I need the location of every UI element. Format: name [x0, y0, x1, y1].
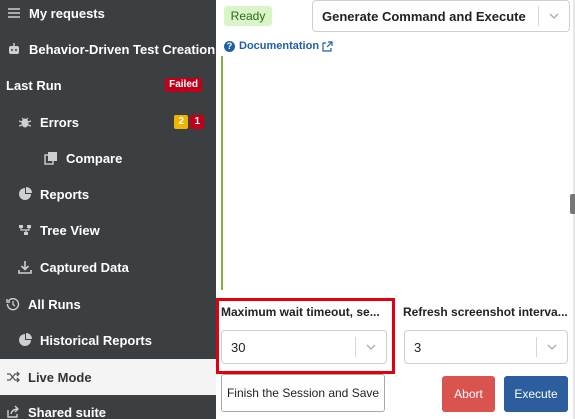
refresh-interval-label: Refresh screenshot interva... — [403, 305, 568, 319]
sidebar-item-label: Compare — [66, 150, 123, 166]
documentation-label: Documentation — [239, 40, 320, 52]
command-editor[interactable] — [221, 56, 569, 290]
sidebar-item-label: Tree View — [40, 222, 100, 238]
external-link-icon — [322, 40, 333, 52]
highlight-box — [216, 298, 395, 374]
chevron-down-icon[interactable] — [539, 1, 569, 31]
pie-chart-icon — [18, 187, 32, 201]
sidebar-item-label: My requests — [29, 5, 105, 21]
sidebar-item-historical-reports[interactable]: Historical Reports — [0, 322, 216, 358]
sidebar-item-my-requests[interactable]: My requests — [0, 0, 216, 31]
sidebar-item-all-runs[interactable]: All Runs — [0, 286, 216, 322]
history-icon — [6, 297, 20, 311]
sidebar-item-behavior-driven-test-creation[interactable]: Behavior-Driven Test Creation — [0, 31, 216, 67]
sidebar-item-label: Last Run — [6, 77, 62, 93]
warning-count-badge: 2 — [174, 115, 188, 129]
bug-icon — [18, 115, 32, 129]
resize-handle[interactable] — [570, 194, 575, 214]
sidebar-item-label: Historical Reports — [40, 332, 152, 348]
command-mode-select[interactable]: Generate Command and Execute — [312, 0, 570, 32]
sidebar-item-label: Captured Data — [40, 259, 129, 275]
share-icon — [6, 405, 20, 419]
error-count-badge: 1 — [190, 115, 204, 129]
abort-button[interactable]: Abort — [442, 376, 495, 412]
tree-icon — [18, 223, 32, 237]
help-icon: ? — [224, 40, 235, 52]
status-badge: Ready — [224, 6, 272, 26]
failed-badge: Failed — [165, 78, 202, 92]
sidebar-item-live-mode[interactable]: Live Mode — [0, 359, 216, 395]
sidebar-item-label: Shared suite — [28, 404, 107, 419]
sidebar-item-reports[interactable]: Reports — [0, 176, 216, 212]
pie-chart-icon — [18, 333, 32, 347]
refresh-interval-value: 3 — [414, 339, 422, 355]
sidebar-item-label: Behavior-Driven Test Creation — [29, 41, 216, 57]
sidebar-item-label: Live Mode — [28, 369, 92, 385]
sidebar-item-compare[interactable]: Compare — [0, 140, 216, 176]
sidebar-item-captured-data[interactable]: Captured Data — [0, 249, 216, 285]
command-mode-value: Generate Command and Execute — [322, 8, 526, 24]
sidebar-item-errors[interactable]: Errors 2 1 — [0, 104, 216, 140]
execute-button[interactable]: Execute — [504, 376, 568, 412]
sidebar-item-tree-view[interactable]: Tree View — [0, 212, 216, 248]
sidebar-item-last-run[interactable]: Last Run Failed — [0, 67, 216, 103]
sidebar-item-label: Errors — [40, 114, 80, 130]
list-icon — [7, 6, 21, 20]
sidebar: My requests Behavior-Driven Test Creatio… — [0, 0, 216, 419]
sidebar-item-shared-suite[interactable]: Shared suite — [0, 394, 216, 419]
copy-icon — [44, 151, 58, 165]
robot-icon — [7, 42, 21, 56]
sidebar-item-label: Reports — [40, 186, 90, 202]
shuffle-icon — [6, 370, 20, 384]
download-icon — [18, 260, 32, 274]
finish-session-button[interactable]: Finish the Session and Save — [221, 374, 385, 412]
sidebar-item-label: All Runs — [28, 296, 81, 312]
refresh-interval-select[interactable]: 3 — [404, 330, 568, 364]
chevron-down-icon[interactable] — [537, 331, 567, 363]
documentation-link[interactable]: ? Documentation — [224, 40, 333, 52]
